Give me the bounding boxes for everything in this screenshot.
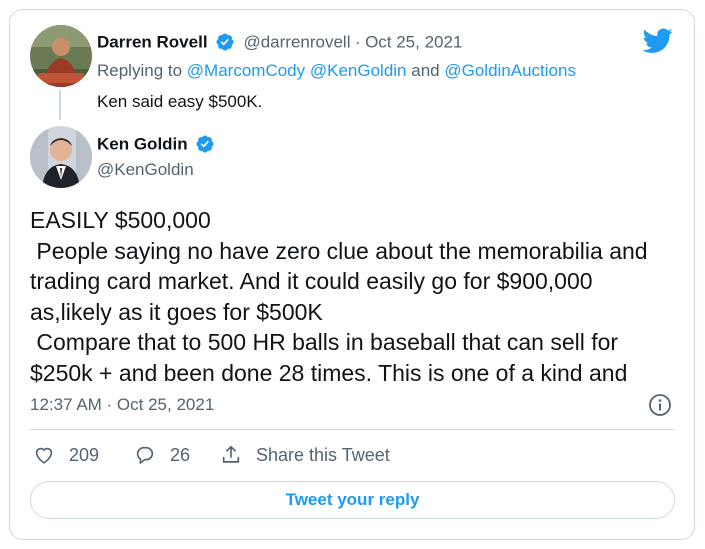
like-count: 209 <box>69 444 100 465</box>
replying-to-mentions[interactable]: @MarcomCody @KenGoldin <box>187 61 407 80</box>
reply-header: Darren Rovell @darrenrovell · Oct 25, 20… <box>97 32 462 55</box>
reply-tweet-text: Ken said easy $500K. <box>97 92 263 111</box>
like-action[interactable]: 209 <box>33 444 99 466</box>
share-icon <box>222 445 240 463</box>
share-label: Share this Tweet <box>256 444 390 465</box>
darren-rovell-avatar[interactable] <box>30 25 92 87</box>
replying-to-last-mention[interactable]: @GoldinAuctions <box>444 61 576 80</box>
thread-line <box>59 90 61 120</box>
twitter-bird-icon[interactable] <box>643 28 673 54</box>
separator: · <box>354 32 361 52</box>
verified-badge-icon <box>196 135 214 153</box>
tweet-your-reply-button[interactable]: Tweet your reply <box>30 481 675 519</box>
reply-bubble-icon <box>136 446 154 465</box>
replying-to-line: Replying to @MarcomCody @KenGoldin and @… <box>97 61 576 81</box>
tweet-text: EASILY $500,000 People saying no have ze… <box>30 207 648 386</box>
heart-icon <box>35 447 53 464</box>
author-handle[interactable]: @darrenrovell <box>243 33 350 52</box>
verified-badge-icon <box>216 33 234 51</box>
ken-goldin-avatar[interactable] <box>30 126 92 188</box>
author-name[interactable]: Ken Goldin <box>97 135 188 154</box>
author-name[interactable]: Darren Rovell <box>97 33 208 52</box>
tweet-timestamp[interactable]: 12:37 AM · Oct 25, 2021 <box>30 395 214 415</box>
share-action[interactable]: Share this Tweet <box>220 444 390 466</box>
author-handle[interactable]: @KenGoldin <box>97 160 194 180</box>
main-header-name: Ken Goldin <box>97 134 215 157</box>
replying-to-prefix: Replying to <box>97 61 183 80</box>
divider <box>30 429 674 430</box>
reply-count: 26 <box>170 444 191 465</box>
replying-to-and: and <box>411 61 440 80</box>
info-icon[interactable] <box>648 393 672 417</box>
tweet-date[interactable]: Oct 25, 2021 <box>365 33 462 52</box>
reply-action[interactable]: 26 <box>134 444 190 466</box>
